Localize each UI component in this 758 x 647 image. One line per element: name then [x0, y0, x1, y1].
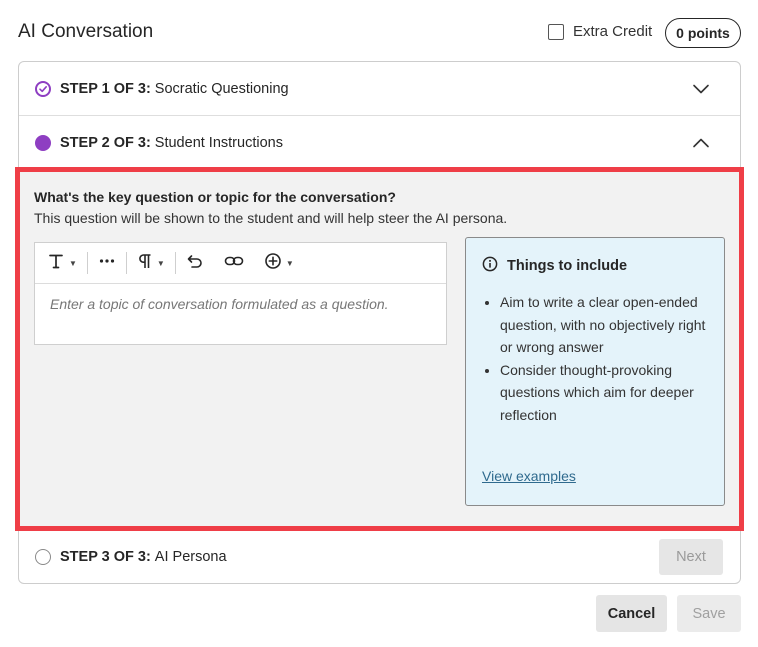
text-format-icon: [47, 252, 65, 275]
step-title: Student Instructions: [154, 135, 283, 151]
tip-item: Aim to write a clear open-ended question…: [500, 291, 712, 359]
student-instructions-panel: What's the key question or topic for the…: [17, 170, 742, 530]
step-title: AI Persona: [154, 548, 227, 565]
tip-item: Consider thought-provoking questions whi…: [500, 359, 712, 427]
toolbar-divider: [86, 252, 88, 274]
cancel-button[interactable]: Cancel: [596, 595, 667, 632]
view-examples-link[interactable]: View examples: [482, 468, 576, 484]
step-complete-icon: [35, 80, 51, 97]
paragraph-icon: [137, 252, 153, 275]
info-icon: [482, 256, 507, 276]
link-icon: [224, 252, 244, 275]
points-button[interactable]: 0 points: [665, 18, 741, 48]
tips-title: Things to include: [507, 258, 628, 274]
step-1-label: STEP 1 OF 3: Socratic Questioning: [60, 81, 289, 97]
insert-icon: [264, 252, 282, 275]
save-button[interactable]: Save: [677, 595, 741, 632]
next-button[interactable]: Next: [659, 539, 723, 575]
caret-down-icon: ▼: [285, 258, 294, 268]
extra-credit-toggle[interactable]: Extra Credit: [548, 23, 652, 40]
undo-button[interactable]: [184, 251, 206, 275]
link-button[interactable]: [222, 251, 246, 275]
extra-credit-checkbox[interactable]: [548, 23, 564, 40]
tips-callout: Things to include Aim to write a clear o…: [465, 237, 725, 506]
editor-toolbar: ▼ ▼ ▼: [35, 243, 446, 284]
insert-content-button[interactable]: ▼: [262, 251, 296, 275]
step-not-started-icon: [35, 548, 51, 565]
chevron-down-icon[interactable]: [692, 80, 710, 98]
more-icon: [98, 252, 116, 275]
step-3-label: STEP 3 OF 3: AI Persona: [60, 549, 227, 565]
step-2-header[interactable]: STEP 2 OF 3: Student Instructions: [19, 116, 740, 170]
tips-list: Aim to write a clear open-ended question…: [500, 291, 712, 426]
chevron-up-icon[interactable]: [692, 134, 710, 152]
paragraph-button[interactable]: ▼: [135, 251, 167, 275]
step-number: STEP 3 OF 3:: [60, 548, 151, 565]
caret-down-icon: ▼: [156, 258, 165, 268]
question-editor[interactable]: ▼ ▼ ▼ Enter a topic of conversation form…: [34, 242, 447, 345]
steps-accordion: STEP 1 OF 3: Socratic Questioning STEP 2 …: [17, 61, 742, 584]
question-heading: What's the key question or topic for the…: [34, 189, 396, 205]
step-title: Socratic Questioning: [154, 80, 289, 97]
toolbar-divider: [125, 252, 127, 274]
step-3-header[interactable]: STEP 3 OF 3: AI Persona Next: [19, 529, 740, 584]
tips-heading: Things to include: [482, 256, 627, 276]
text-format-button[interactable]: ▼: [45, 251, 79, 275]
step-number: STEP 2 OF 3:: [60, 135, 151, 151]
step-1-header[interactable]: STEP 1 OF 3: Socratic Questioning: [19, 62, 740, 116]
undo-icon: [186, 252, 204, 275]
toolbar-divider: [174, 252, 176, 274]
extra-credit-label[interactable]: Extra Credit: [573, 23, 652, 40]
step-current-icon: [35, 135, 51, 151]
caret-down-icon: ▼: [69, 258, 77, 268]
step-2-label: STEP 2 OF 3: Student Instructions: [60, 135, 283, 151]
step-number: STEP 1 OF 3:: [60, 80, 151, 97]
more-options-button[interactable]: [96, 251, 118, 275]
question-input[interactable]: Enter a topic of conversation formulated…: [35, 284, 446, 324]
question-subtext: This question will be shown to the stude…: [34, 210, 508, 226]
page-title: AI Conversation: [18, 21, 154, 42]
